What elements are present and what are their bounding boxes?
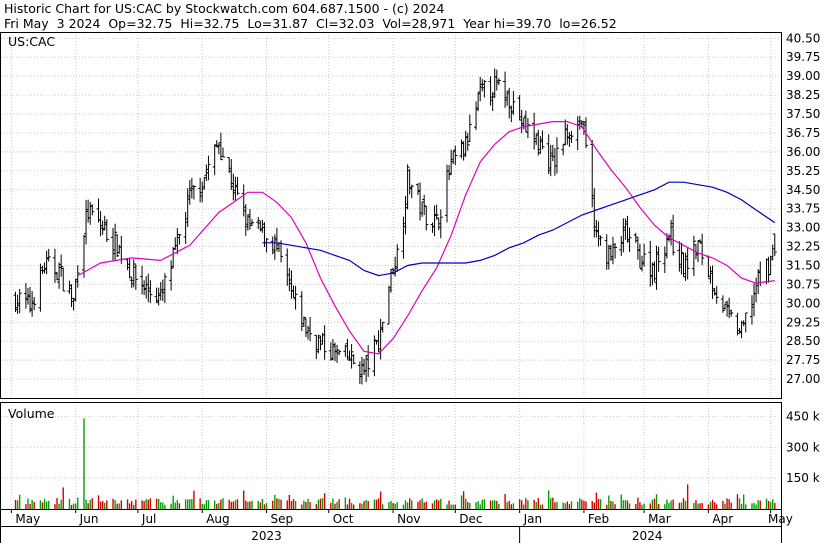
price-panel-title: US:CAC xyxy=(8,34,55,49)
price-tick-label: 27.00 xyxy=(786,372,820,386)
month-tick-label: Mar xyxy=(648,512,671,526)
volume-bars xyxy=(14,418,776,509)
price-tick-label: 40.50 xyxy=(786,31,820,45)
price-tick-label: 28.50 xyxy=(786,334,820,348)
month-tick-label: May xyxy=(15,512,40,526)
price-tick-label: 30.75 xyxy=(786,277,820,291)
month-tick-label: Apr xyxy=(712,512,733,526)
price-tick-label: 36.00 xyxy=(786,145,820,159)
month-tick-label: Feb xyxy=(588,512,609,526)
month-tick-label: Jun xyxy=(79,512,99,526)
month-tick-label: Oct xyxy=(333,512,354,526)
short-moving-average-line xyxy=(77,121,775,355)
month-tick-label: Jul xyxy=(141,512,156,526)
price-tick-label: 27.75 xyxy=(786,353,820,367)
price-tick-label: 33.00 xyxy=(786,221,820,235)
price-tick-label: 38.25 xyxy=(786,88,820,102)
price-ohlc-bars xyxy=(13,68,777,385)
volume-tick-label: 300 k xyxy=(786,440,820,454)
month-tick-label: Sep xyxy=(271,512,294,526)
price-tick-label: 39.00 xyxy=(786,69,820,83)
volume-panel-title: Volume xyxy=(8,406,55,421)
month-tick-label: Jan xyxy=(523,512,543,526)
price-axis: 40.50 39.75 39.00 38.25 37.50 36.75 36.00 35.25… xyxy=(786,31,820,386)
price-tick-label: 36.75 xyxy=(786,126,820,140)
month-tick-label: May xyxy=(768,512,793,526)
price-tick-label: 35.25 xyxy=(786,164,820,178)
volume-tick-label: 450 k xyxy=(786,409,820,423)
price-tick-label: 32.25 xyxy=(786,240,820,254)
volume-tick-label: 150 k xyxy=(786,471,820,485)
month-tick-label: Dec xyxy=(459,512,482,526)
price-tick-label: 34.50 xyxy=(786,183,820,197)
price-tick-label: 39.75 xyxy=(786,50,820,64)
volume-grid xyxy=(1,402,781,509)
year-label: 2023 xyxy=(251,529,282,543)
month-tick-label: Nov xyxy=(397,512,420,526)
volume-axis: 450 k 300 k 150 k xyxy=(786,409,820,485)
volume-panel-frame xyxy=(0,402,782,510)
price-tick-label: 29.25 xyxy=(786,315,820,329)
price-tick-label: 31.50 xyxy=(786,258,820,272)
price-tick-label: 33.75 xyxy=(786,202,820,216)
stock-chart: 40.50 39.75 39.00 38.25 37.50 36.75 36.00 35.25… xyxy=(0,31,820,543)
price-tick-label: 37.50 xyxy=(786,107,820,121)
month-tick-label: Aug xyxy=(206,512,229,526)
moving-average-lines xyxy=(77,121,776,355)
year-label: 2024 xyxy=(632,529,663,543)
price-tick-label: 30.00 xyxy=(786,296,820,310)
price-grid xyxy=(1,32,781,398)
price-panel-frame xyxy=(0,32,782,399)
